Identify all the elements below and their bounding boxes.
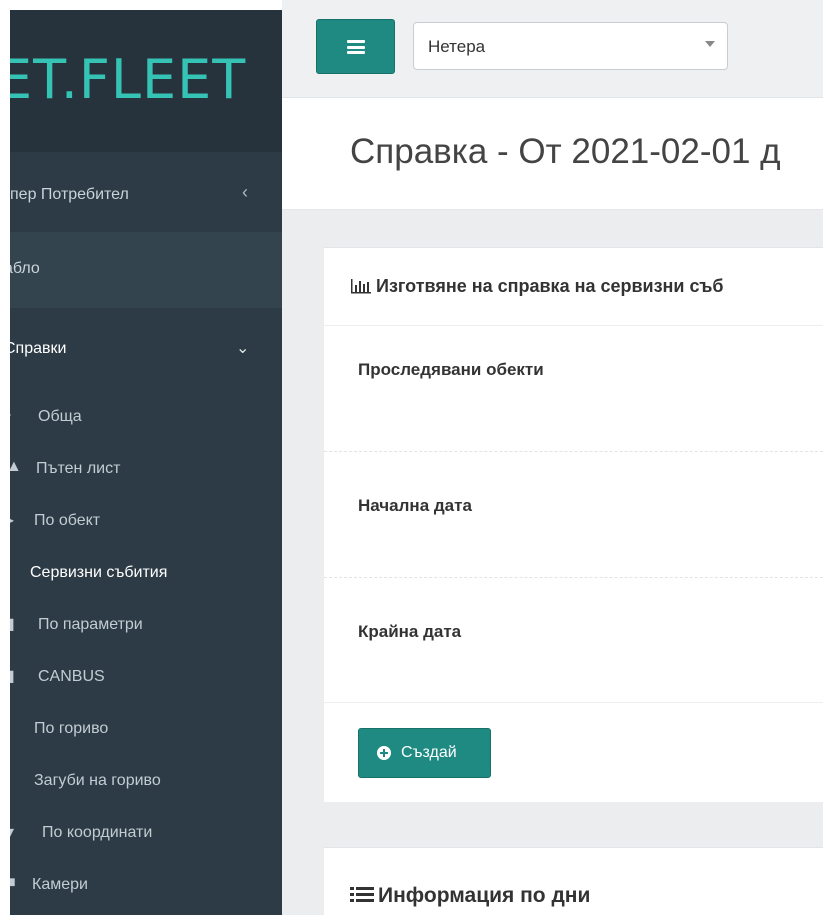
sidebar-subitem-label: Сервизни събития <box>30 564 168 581</box>
sidebar-subitem-by-fuel[interactable]: По гориво <box>10 704 282 756</box>
daily-info-panel: Информация по дни <box>324 847 823 915</box>
sidebar-subitem-by-object[interactable]: ▸ По обект <box>10 496 282 548</box>
sidebar-subitem-label: CANBUS <box>38 668 105 685</box>
report-form-panel: Изготвяне на справка на сервизни съб Про… <box>324 247 823 802</box>
caret-down-icon <box>705 41 715 47</box>
user-name: упер Потребител <box>10 186 129 203</box>
sidebar-subitem-label: По параметри <box>38 616 143 633</box>
chevron-icon: › <box>10 406 11 424</box>
create-button[interactable]: Създай <box>358 728 491 778</box>
list-icon: ▮ <box>10 616 15 633</box>
chevron-left-icon: ‹ <box>242 182 248 202</box>
sidebar-subitem-label: По обект <box>34 512 101 529</box>
sidebar-item-label: абло <box>10 260 40 277</box>
logo[interactable]: ET.FLEET <box>10 48 246 111</box>
top-bar: Нетера <box>282 0 823 98</box>
sidebar-item-label: Справки <box>10 340 67 357</box>
field-label: Проследявани обекти <box>358 360 544 379</box>
page-title: Справка - От 2021-02-01 д <box>350 132 781 171</box>
sidebar-item-dashboard[interactable]: абло <box>10 232 282 308</box>
sidebar-subitem-canbus[interactable]: ▮ CANBUS <box>10 652 282 704</box>
main-content: Справка - От 2021-02-01 д Изготвяне на с… <box>282 98 823 915</box>
sidebar-item-reports[interactable]: Справки ⌄ <box>10 308 282 392</box>
sidebar-subitem-service-events[interactable]: Сервизни събития <box>10 548 282 600</box>
hamburger-icon <box>347 40 365 54</box>
object-select-value: Нетера <box>428 37 486 56</box>
logo-area: ET.FLEET <box>10 10 282 152</box>
panel-title: Изготвяне на справка на сервизни съб <box>350 276 724 297</box>
sidebar-subitem-label: Пътен лист <box>36 460 121 477</box>
sidebar-subitem-label: По координати <box>42 824 153 841</box>
sidebar-subitem-fuel-losses[interactable]: Загуби на гориво <box>10 756 282 808</box>
object-select[interactable]: Нетера <box>413 22 728 70</box>
field-start-date: Начална дата <box>324 452 823 578</box>
sidebar-subitem-label: Загуби на гориво <box>34 772 161 789</box>
field-end-date: Крайна дата <box>324 578 823 703</box>
caret-right-icon: ▸ <box>10 512 15 529</box>
panel-title-text: Изготвяне на справка на сервизни съб <box>376 276 724 296</box>
list-icon: ▮ <box>10 668 15 685</box>
sidebar-subitem-label: По гориво <box>34 720 109 737</box>
panel-title-text: Информация по дни <box>378 884 591 907</box>
sidebar-subitem-by-parameters[interactable]: ▮ По параметри <box>10 600 282 652</box>
sidebar-subitem-by-coordinates[interactable]: ▾ По координати <box>10 808 282 860</box>
panel-title: Информация по дни <box>350 884 590 908</box>
sidebar-user[interactable]: упер Потребител ‹ <box>10 152 282 232</box>
sidebar: ET.FLEET упер Потребител ‹ абло Справки … <box>10 10 282 915</box>
menu-toggle-button[interactable] <box>316 19 395 74</box>
plus-circle-icon <box>377 746 391 760</box>
field-tracked-objects: Проследявани обекти <box>324 326 823 452</box>
pin-icon: ▾ <box>10 824 15 841</box>
sidebar-subitem-label: Камери <box>32 876 88 893</box>
chevron-down-icon: ⌄ <box>236 340 250 357</box>
field-label: Начална дата <box>358 496 472 515</box>
sidebar-subitem-label: Обща <box>38 408 82 425</box>
sidebar-subitem-general[interactable]: › Обща <box>10 392 282 444</box>
panel-header: Изготвяне на справка на сервизни съб <box>324 248 823 326</box>
bar-chart-icon <box>351 279 371 294</box>
road-icon: ▲ <box>10 458 22 475</box>
page-header: Справка - От 2021-02-01 д <box>282 98 823 210</box>
sidebar-subitem-cameras[interactable]: ■ Камери <box>10 860 282 912</box>
list-icon <box>350 887 374 902</box>
create-button-label: Създай <box>401 744 457 761</box>
field-label: Крайна дата <box>358 622 462 641</box>
sidebar-subitem-waybill[interactable]: ▲ Пътен лист <box>10 444 282 496</box>
camera-icon: ■ <box>10 874 16 891</box>
